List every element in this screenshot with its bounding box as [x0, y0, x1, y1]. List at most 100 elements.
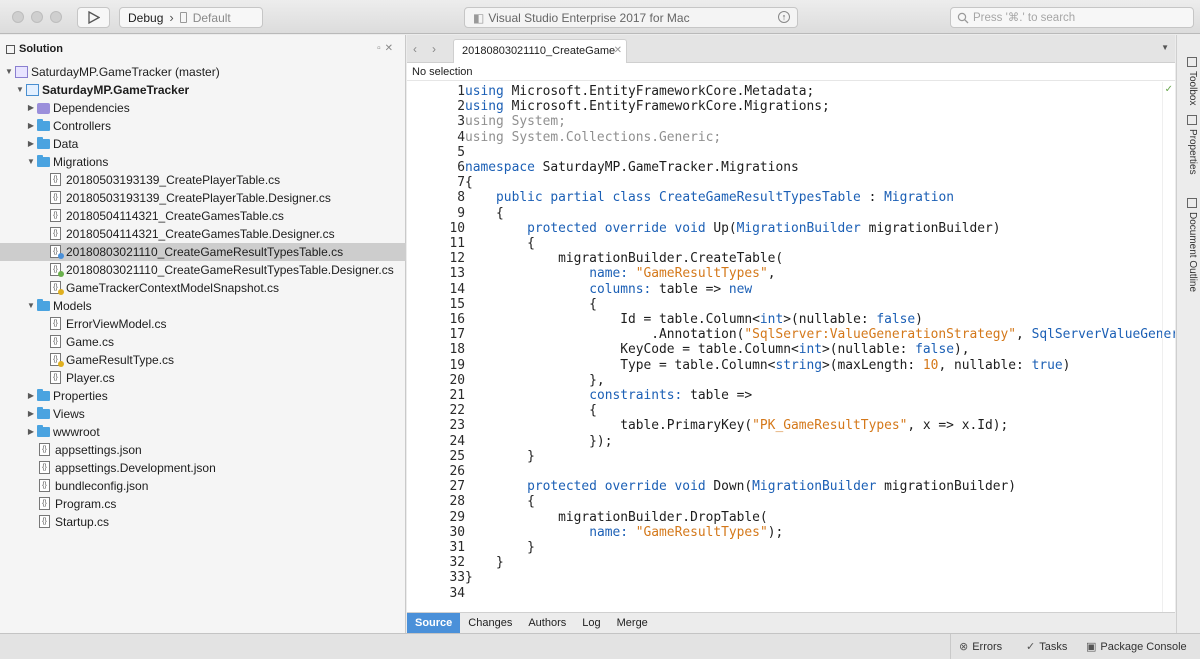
tab-dropdown-icon[interactable]: ▼ — [1161, 43, 1169, 52]
expanded-arrow-icon[interactable]: ▼ — [26, 297, 36, 315]
tasks-pad-button[interactable]: ✓ Tasks — [1018, 634, 1078, 659]
pane-controls[interactable]: ▫✕ — [377, 43, 397, 54]
tree-item[interactable]: {} Game.cs — [0, 333, 406, 351]
expanded-arrow-icon[interactable]: ▼ — [4, 63, 14, 81]
code-line[interactable]: 14 columns: table => new — [407, 282, 1175, 297]
minimize-window-button[interactable] — [31, 11, 43, 23]
code-line[interactable]: 34 — [407, 586, 1175, 601]
tree-item[interactable]: ▼ SaturdayMP.GameTracker (master) — [0, 63, 406, 81]
tree-item[interactable]: ▶ Controllers — [0, 117, 406, 135]
dock-properties[interactable]: Properties — [1180, 115, 1198, 175]
tree-item[interactable]: {} Startup.cs — [0, 513, 406, 531]
tree-item[interactable]: ▼ Migrations — [0, 153, 406, 171]
tree-item[interactable]: {} GameTrackerContextModelSnapshot.cs — [0, 279, 406, 297]
code-line[interactable]: 15 { — [407, 297, 1175, 312]
code-line[interactable]: 33} — [407, 570, 1175, 585]
code-line[interactable]: 16 Id = table.Column<int>(nullable: fals… — [407, 312, 1175, 327]
tab-changes[interactable]: Changes — [460, 613, 520, 634]
code-line[interactable]: 11 { — [407, 236, 1175, 251]
code-line[interactable]: 5 — [407, 145, 1175, 160]
code-line[interactable]: 18 KeyCode = table.Column<int>(nullable:… — [407, 342, 1175, 357]
tree-item[interactable]: {} ErrorViewModel.cs — [0, 315, 406, 333]
code-line[interactable]: 10 protected override void Up(MigrationB… — [407, 221, 1175, 236]
tree-item[interactable]: ▶ Dependencies — [0, 99, 406, 117]
tree-item[interactable]: ▼ SaturdayMP.GameTracker — [0, 81, 406, 99]
tree-item[interactable]: {} 20180504114321_CreateGamesTable.Design… — [0, 225, 406, 243]
code-line[interactable]: 12 migrationBuilder.CreateTable( — [407, 251, 1175, 266]
code-area[interactable]: 1 using Microsoft.EntityFrameworkCore.Met… — [407, 82, 1175, 614]
path-bar[interactable]: No selection — [407, 63, 1175, 81]
code-line[interactable]: 4 using System.Collections.Generic; — [407, 130, 1175, 145]
code-line[interactable]: 23 table.PrimaryKey("PK_GameResultTypes"… — [407, 418, 1175, 433]
code-token: table => — [651, 281, 729, 297]
tab-authors[interactable]: Authors — [520, 613, 574, 634]
configuration-selector[interactable]: Debug › Default — [119, 7, 263, 28]
tree-item[interactable]: ▶ Data — [0, 135, 406, 153]
collapsed-arrow-icon[interactable]: ▶ — [26, 135, 36, 153]
tree-item[interactable]: {} 20180803021110_CreateGameResultTypesTa… — [0, 243, 406, 261]
code-line[interactable]: 29 migrationBuilder.DropTable( — [407, 510, 1175, 525]
tab-merge[interactable]: Merge — [609, 613, 656, 634]
code-line[interactable]: 17 .Annotation("SqlServer:ValueGeneratio… — [407, 327, 1175, 342]
info-icon[interactable]: ↑ — [778, 11, 790, 23]
code-line[interactable]: 24 }); — [407, 434, 1175, 449]
search-input[interactable] — [973, 11, 1173, 24]
tree-item[interactable]: {} appsettings.json — [0, 441, 406, 459]
tree-item[interactable]: ▶ wwwroot — [0, 423, 406, 441]
chevron-right-icon[interactable]: › — [432, 42, 436, 56]
code-line[interactable]: 28 { — [407, 494, 1175, 509]
code-line[interactable]: 32 } — [407, 555, 1175, 570]
tree-item[interactable]: ▶ Views — [0, 405, 406, 423]
tree-item[interactable]: {} 20180503193139_CreatePlayerTable.cs — [0, 171, 406, 189]
tree-item[interactable]: {} appsettings.Development.json — [0, 459, 406, 477]
close-icon[interactable]: ✕ — [614, 40, 622, 62]
collapsed-arrow-icon[interactable]: ▶ — [26, 423, 36, 441]
code-line[interactable]: 6 namespace SaturdayMP.GameTracker.Migrat… — [407, 160, 1175, 175]
tree-item[interactable]: {} 20180803021110_CreateGameResultTypesTa… — [0, 261, 406, 279]
code-line[interactable]: 19 Type = table.Column<string>(maxLength… — [407, 358, 1175, 373]
folder-icon — [37, 425, 50, 437]
package-console-button[interactable]: ▣ Package Console — [1078, 634, 1200, 659]
tree-item[interactable]: {} Player.cs — [0, 369, 406, 387]
code-line[interactable]: 30 name: "GameResultTypes"); — [407, 525, 1175, 540]
code-line[interactable]: 21 constraints: table => — [407, 388, 1175, 403]
close-window-button[interactable] — [12, 11, 24, 23]
collapsed-arrow-icon[interactable]: ▶ — [26, 99, 36, 117]
code-line[interactable]: 25 } — [407, 449, 1175, 464]
tree-item[interactable]: {} 20180503193139_CreatePlayerTable.Desig… — [0, 189, 406, 207]
tree-item[interactable]: {} Program.cs — [0, 495, 406, 513]
dock-toolbox[interactable]: Toolbox — [1180, 57, 1198, 105]
code-line[interactable]: 20 }, — [407, 373, 1175, 388]
code-line[interactable]: 27 protected override void Down(Migratio… — [407, 479, 1175, 494]
line-number: 28 — [449, 494, 465, 510]
code-line[interactable]: 22 { — [407, 403, 1175, 418]
code-line[interactable]: 31 } — [407, 540, 1175, 555]
tree-item[interactable]: ▶ Properties — [0, 387, 406, 405]
zoom-window-button[interactable] — [50, 11, 62, 23]
expanded-arrow-icon[interactable]: ▼ — [15, 81, 25, 99]
tree-item[interactable]: {} bundleconfig.json — [0, 477, 406, 495]
code-line[interactable]: 8 public partial class CreateGameResultT… — [407, 190, 1175, 205]
run-button[interactable] — [77, 7, 110, 28]
code-line[interactable]: 9 { — [407, 206, 1175, 221]
editor-tab-active[interactable]: 20180803021110_CreateGame ✕ — [453, 39, 627, 63]
code-line[interactable]: 7{ — [407, 175, 1175, 190]
collapsed-arrow-icon[interactable]: ▶ — [26, 117, 36, 135]
code-line[interactable]: 13 name: "GameResultTypes", — [407, 266, 1175, 281]
tab-log[interactable]: Log — [574, 613, 608, 634]
tree-item[interactable]: {} GameResultType.cs — [0, 351, 406, 369]
collapsed-arrow-icon[interactable]: ▶ — [26, 405, 36, 423]
collapsed-arrow-icon[interactable]: ▶ — [26, 387, 36, 405]
code-line[interactable]: 26 — [407, 464, 1175, 479]
code-line[interactable]: 3 using System; — [407, 114, 1175, 129]
tree-item[interactable]: ▼ Models — [0, 297, 406, 315]
tree-item[interactable]: {} 20180504114321_CreateGamesTable.cs — [0, 207, 406, 225]
code-line[interactable]: 1 using Microsoft.EntityFrameworkCore.Met… — [407, 84, 1175, 99]
code-line[interactable]: 2 using Microsoft.EntityFrameworkCore.Mig… — [407, 99, 1175, 114]
dock-document-outline[interactable]: Document Outline — [1180, 198, 1198, 292]
file-icon: {} — [50, 191, 61, 204]
search-box[interactable] — [950, 7, 1194, 28]
tab-source[interactable]: Source — [407, 613, 461, 634]
expanded-arrow-icon[interactable]: ▼ — [26, 153, 36, 171]
chevron-left-icon[interactable]: ‹ — [413, 42, 417, 56]
